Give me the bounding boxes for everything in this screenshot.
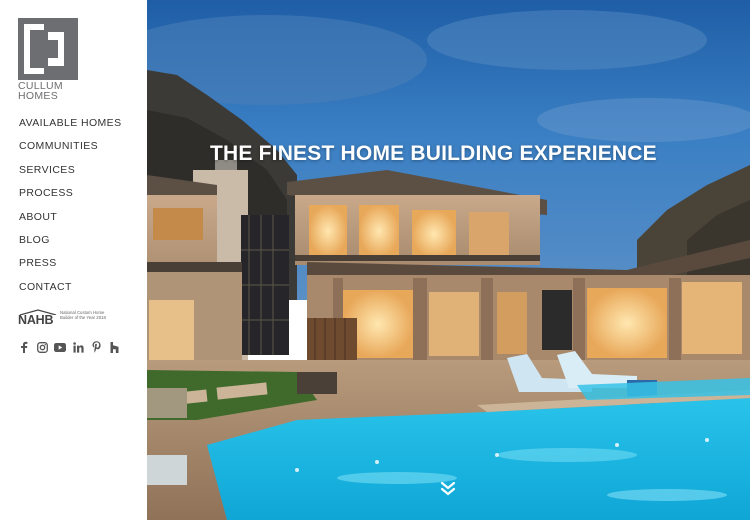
youtube-icon[interactable] [54,340,66,354]
nahb-award-badge: NAHB National Custom Home Builder of the… [18,309,118,331]
linkedin-icon[interactable] [72,340,84,354]
logo-line-2: HOMES [18,90,59,102]
main-nav: AVAILABLE HOMES COMMUNITIES SERVICES PRO… [19,116,121,303]
nav-item-about[interactable]: ABOUT [19,210,121,233]
social-links [18,340,120,354]
nahb-award-text: National Custom Home Builder of the Year… [60,310,106,320]
nav-item-press[interactable]: PRESS [19,256,121,279]
facebook-icon[interactable] [18,340,30,354]
nav-item-process[interactable]: PROCESS [19,186,121,209]
nav-item-available-homes[interactable]: AVAILABLE HOMES [19,116,121,139]
houzz-icon[interactable] [108,340,120,354]
cullum-homes-logo[interactable]: CULLUM HOMES [18,18,80,101]
logo-mark-icon [18,18,78,80]
nav-item-blog[interactable]: BLOG [19,233,121,256]
sidebar: CULLUM HOMES AVAILABLE HOMES COMMUNITIES… [0,0,147,520]
pinterest-icon[interactable] [90,340,102,354]
nav-item-contact[interactable]: CONTACT [19,280,121,303]
hero-section: THE FINEST HOME BUILDING EXPERIENCE [147,0,750,520]
nav-item-services[interactable]: SERVICES [19,163,121,186]
nav-item-communities[interactable]: COMMUNITIES [19,139,121,162]
hero-headline: THE FINEST HOME BUILDING EXPERIENCE [210,142,657,165]
nahb-wordmark: NAHB [18,313,54,327]
scroll-down-chevron-icon[interactable] [440,480,456,496]
instagram-icon[interactable] [36,340,48,354]
hero-photo-luxury-home-pool [147,0,750,520]
